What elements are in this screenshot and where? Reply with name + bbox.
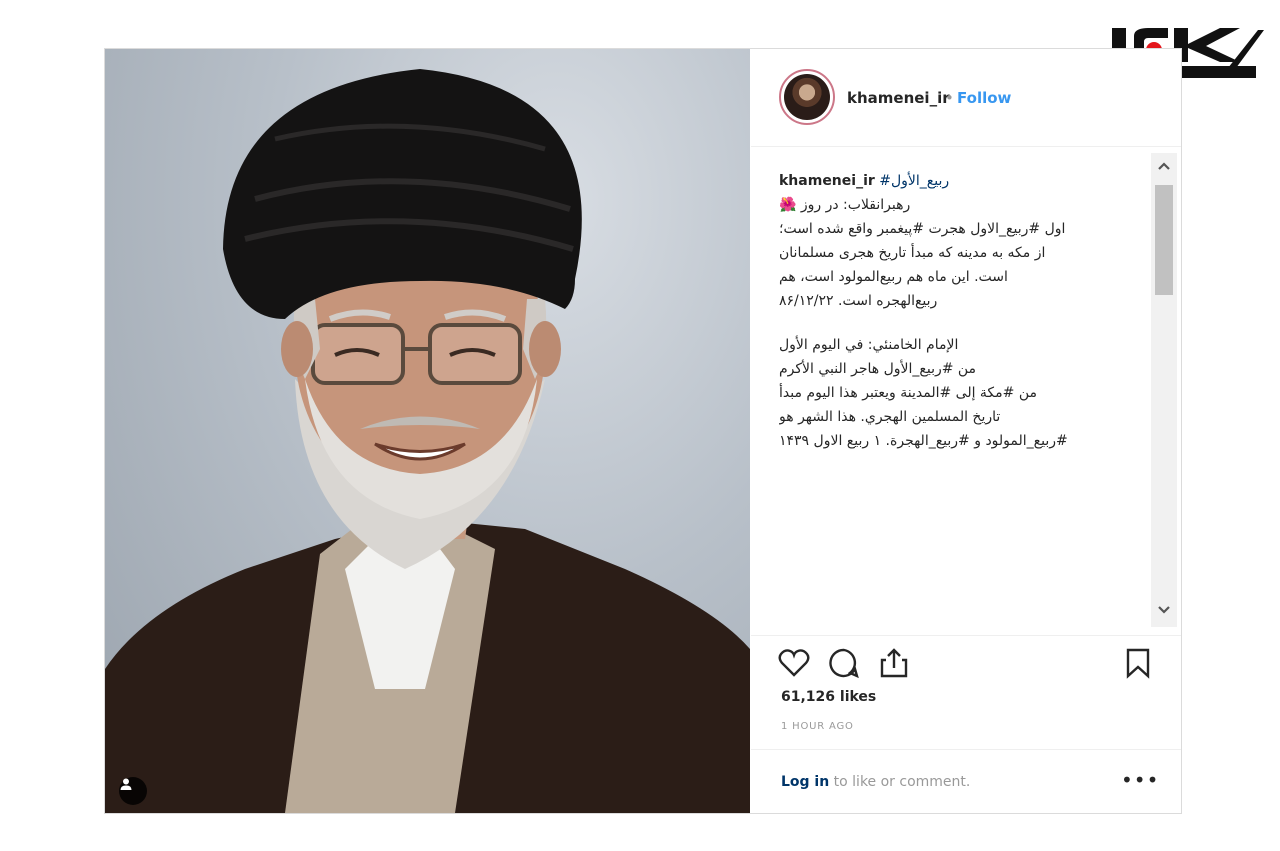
comment-icon[interactable] (827, 646, 861, 680)
login-prompt: Log in to like or comment. (781, 774, 970, 790)
chevron-down-icon[interactable] (1151, 597, 1177, 623)
bookmark-icon[interactable] (1121, 646, 1155, 680)
more-options-icon[interactable]: ••• (1121, 768, 1159, 792)
heart-icon[interactable] (777, 646, 811, 680)
caption-line: من #مكة إلى #المدينة ويعتبر هذا اليوم مب… (779, 385, 1038, 401)
post-timestamp[interactable]: 1 HOUR AGO (781, 721, 854, 732)
likes-count[interactable]: 61,126 likes (781, 689, 876, 705)
login-prompt-text: to like or comment. (829, 774, 971, 790)
caption-line: است. این ماه هم ربیع‌المولود است، هم (779, 269, 1008, 285)
post-photo[interactable] (105, 49, 750, 813)
scroll-thumb[interactable] (1155, 185, 1173, 295)
action-bar (751, 635, 1181, 686)
caption-line: من #ربيع_الأول هاجر النبي الأكرم (779, 361, 977, 377)
share-icon[interactable] (877, 646, 911, 680)
user-tag-icon[interactable] (119, 777, 147, 805)
caption-line: #ربيع_المولود و #ربيع_الهجرة. ۱ ربیع الا… (779, 433, 1068, 449)
chevron-up-icon[interactable] (1151, 153, 1177, 179)
follow-button[interactable]: Follow (957, 89, 1011, 107)
caption-line: از مکه به مدینه که مبدأ تاریخ هجری مسلما… (779, 245, 1046, 261)
caption-scrollbar[interactable] (1151, 153, 1177, 627)
caption-hashtag[interactable]: #ربیع_الأول (879, 173, 949, 189)
separator-dot: • (945, 89, 954, 107)
caption: khamenei_ir #ربیع_الأول رهبرانقلاب: در ر… (779, 155, 1147, 635)
caption-line: الإمام الخامنئي: في اليوم الأول (779, 337, 959, 353)
portrait-illustration (105, 69, 750, 813)
caption-line: تاريخ المسلمين الهجري. هذا الشهر هو (779, 409, 1001, 425)
caption-username[interactable]: khamenei_ir (779, 173, 875, 189)
caption-line: رهبرانقلاب: در روز 🌺 (779, 197, 911, 213)
post-sidebar: khamenei_ir • Follow khamenei_ir #ربیع_ا… (751, 49, 1181, 813)
comment-bar: Log in to like or comment. ••• (751, 749, 1181, 814)
caption-header-line: khamenei_ir #ربیع_الأول (779, 169, 1147, 193)
caption-line: اول #ربیع_الاول هجرت #پیغمبر واقع شده اس… (779, 221, 1066, 237)
instagram-post-card: khamenei_ir • Follow khamenei_ir #ربیع_ا… (104, 48, 1182, 814)
caption-line: ربیع‌الهجره است. ۸۶/۱۲/۲۲ (779, 293, 938, 309)
avatar[interactable] (779, 69, 835, 125)
username-link[interactable]: khamenei_ir (847, 89, 950, 107)
login-link[interactable]: Log in (781, 774, 829, 790)
post-header: khamenei_ir • Follow (751, 49, 1181, 147)
